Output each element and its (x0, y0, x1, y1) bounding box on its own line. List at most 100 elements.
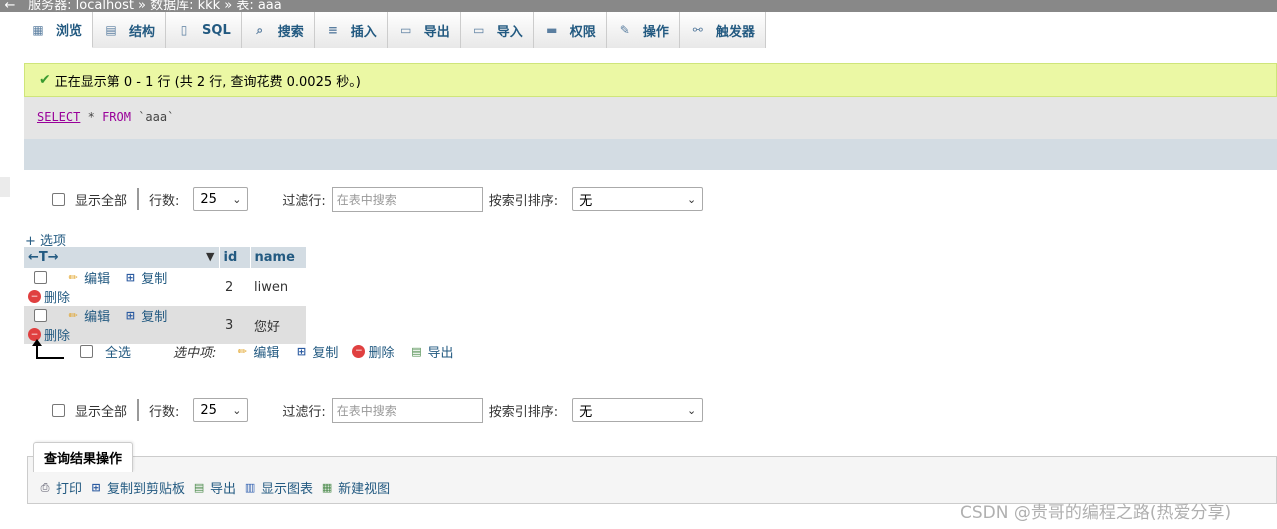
chevron-down-icon: ⌄ (232, 192, 242, 206)
select-all-label[interactable]: 全选 (105, 342, 131, 361)
rows-label: 行数: (149, 404, 180, 420)
filter-input[interactable]: 在表中搜索 (331, 186, 483, 212)
row-copy-button[interactable]: ⊞ 复制 (122, 306, 168, 325)
tab-sql[interactable]: ▯ SQL (166, 12, 242, 48)
row-copy-button[interactable]: ⊞ 复制 (122, 268, 168, 287)
filter-input[interactable]: 在表中搜索 (331, 397, 483, 423)
copy-icon: ⊞ (125, 271, 135, 284)
cell-name[interactable]: liwen (250, 268, 306, 306)
success-message: ✔ 正在显示第 0 - 1 行 (共 2 行, 查询花费 0.0025 秒。) (24, 63, 1277, 97)
rows-select[interactable]: 25 ⌄ (193, 398, 249, 422)
row-delete-button[interactable]: − 删除 (28, 287, 70, 306)
export-button[interactable]: ▤ 导出 (191, 478, 236, 497)
divider (137, 399, 140, 421)
create-view-button[interactable]: ▦ 新建视图 (319, 478, 390, 497)
bulk-edit-button[interactable]: ✏ 编辑 (234, 342, 280, 361)
table-header-row: ←T→ ▼ id name (24, 247, 307, 268)
breadcrumb-database[interactable]: 数据库: kkk (150, 0, 220, 12)
bulk-export-button[interactable]: ▤ 导出 (408, 342, 453, 361)
delete-icon: − (28, 290, 41, 303)
sql-icon: ▯ (180, 23, 188, 37)
tab-insert[interactable]: ≡ 插入 (314, 12, 388, 48)
pencil-icon: ✏ (68, 271, 78, 284)
search-icon: ⌕ (256, 22, 264, 37)
sort-label: 按索引排序: (488, 404, 559, 420)
tab-search[interactable]: ⌕ 搜索 (241, 12, 315, 48)
wrench-icon: ✎ (619, 23, 630, 37)
row-checkbox[interactable] (34, 271, 47, 284)
left-marker (0, 177, 10, 197)
top-breadcrumb-bar: ← 服务器: localhost» 数据库: kkk» 表: aaa (0, 0, 1277, 12)
table-icon: ▦ (32, 22, 44, 37)
row-edit-button[interactable]: ✏ 编辑 (65, 306, 111, 325)
sql-query-display: SELECT * FROM `aaa` (24, 97, 1277, 139)
sort-select[interactable]: 无 ⌄ (572, 398, 704, 422)
back-arrow-icon[interactable]: ← (0, 0, 20, 12)
tab-structure[interactable]: ▤ 结构 (93, 12, 167, 48)
show-all-checkbox[interactable] (52, 192, 65, 206)
breadcrumb: ← 服务器: localhost» 数据库: kkk» 表: aaa (0, 0, 286, 12)
nav-row-bottom: 显示全部 行数: 25 ⌄ 过滤行: 在表中搜索 按索引排序: 无 ⌄ (52, 397, 704, 423)
bulk-copy-button[interactable]: ⊞ 复制 (293, 342, 339, 361)
show-all-checkbox[interactable] (52, 403, 65, 417)
pencil-icon: ✏ (68, 309, 78, 322)
breadcrumb-table[interactable]: 表: aaa (236, 0, 281, 12)
print-button[interactable]: ⎙ 打印 (37, 478, 82, 498)
structure-icon: ▤ (105, 23, 117, 37)
delete-icon: − (352, 344, 366, 358)
export-icon: ▤ (193, 481, 205, 494)
tab-browse[interactable]: ▦ 浏览 (20, 12, 94, 48)
printer-icon: ⎙ (40, 480, 50, 494)
rows-label: 行数: (149, 193, 180, 209)
with-selected-label: 选中项: (173, 345, 217, 361)
row-edit-button[interactable]: ✏ 编辑 (65, 268, 111, 287)
dropdown-triangle-icon[interactable]: ▼ (206, 250, 214, 263)
cell-id[interactable]: 2 (219, 268, 250, 306)
sql-query-footer (24, 139, 1277, 170)
chevron-down-icon: ⌄ (232, 403, 242, 417)
breadcrumb-server[interactable]: 服务器: localhost (28, 0, 134, 12)
insert-icon: ≡ (327, 23, 338, 37)
copy-icon: ⊞ (125, 309, 135, 322)
rows-select[interactable]: 25 ⌄ (193, 187, 249, 211)
sql-star: * (87, 110, 95, 124)
tab-bar: ▦ 浏览 ▤ 结构 ▯ SQL ⌕ 搜索 ≡ 插入 ▭ 导出 ▭ 导入 ▬ 权限 ✎ 操作 ⚯ 触发… (20, 12, 766, 48)
sort-select[interactable]: 无 ⌄ (572, 187, 704, 211)
trigger-icon: ⚯ (692, 23, 703, 37)
show-all-label: 显示全部 (75, 193, 128, 209)
query-results-operations-title: 查询结果操作 (33, 442, 134, 472)
export-icon: ▤ (411, 344, 422, 358)
column-header-name[interactable]: name (250, 247, 307, 268)
copy-clipboard-button[interactable]: ⊞ 复制到剪贴板 (88, 478, 185, 497)
pencil-icon: ✏ (237, 344, 248, 358)
divider (137, 188, 140, 210)
sql-from-keyword: FROM (102, 110, 131, 124)
view-icon: ▦ (321, 481, 333, 494)
filter-label: 过滤行: (282, 193, 326, 209)
actions-header: ←T→ ▼ (24, 247, 220, 268)
tab-export[interactable]: ▭ 导出 (387, 12, 461, 48)
table-row: ✏ 编辑 ⊞ 复制 − 删除 2 liwen (24, 268, 306, 306)
select-all-checkbox[interactable] (80, 344, 93, 358)
privileges-icon: ▬ (546, 23, 558, 37)
bar-chart-icon: ▥ (244, 481, 256, 494)
chevron-down-icon: ⌄ (686, 192, 697, 206)
column-arrows[interactable]: ←T→ (28, 250, 59, 265)
tab-privileges[interactable]: ▬ 权限 (533, 12, 607, 48)
nav-row-top: 显示全部 行数: 25 ⌄ 过滤行: 在表中搜索 按索引排序: 无 ⌄ (52, 186, 704, 212)
sql-select-keyword[interactable]: SELECT (37, 110, 80, 124)
tab-import[interactable]: ▭ 导入 (460, 12, 534, 48)
row-checkbox[interactable] (34, 309, 47, 322)
tab-operations[interactable]: ✎ 操作 (606, 12, 680, 48)
column-header-id[interactable]: id (219, 247, 251, 268)
left-strip (0, 12, 18, 529)
tab-triggers[interactable]: ⚯ 触发器 (679, 12, 766, 48)
import-icon: ▭ (473, 23, 485, 37)
up-arrow-icon (32, 339, 64, 359)
copy-icon: ⊞ (91, 481, 101, 494)
results-table: ←T→ ▼ id name ✏ 编辑 ⊞ 复制 − 删除 2 liwen ✏ 编辑 ⊞ 复… (24, 247, 307, 344)
watermark: CSDN @贵哥的编程之路(热爱分享) (960, 503, 1232, 523)
chevron-down-icon: ⌄ (686, 403, 697, 417)
bulk-delete-button[interactable]: − 删除 (352, 342, 394, 361)
display-chart-button[interactable]: ▥ 显示图表 (242, 478, 313, 497)
